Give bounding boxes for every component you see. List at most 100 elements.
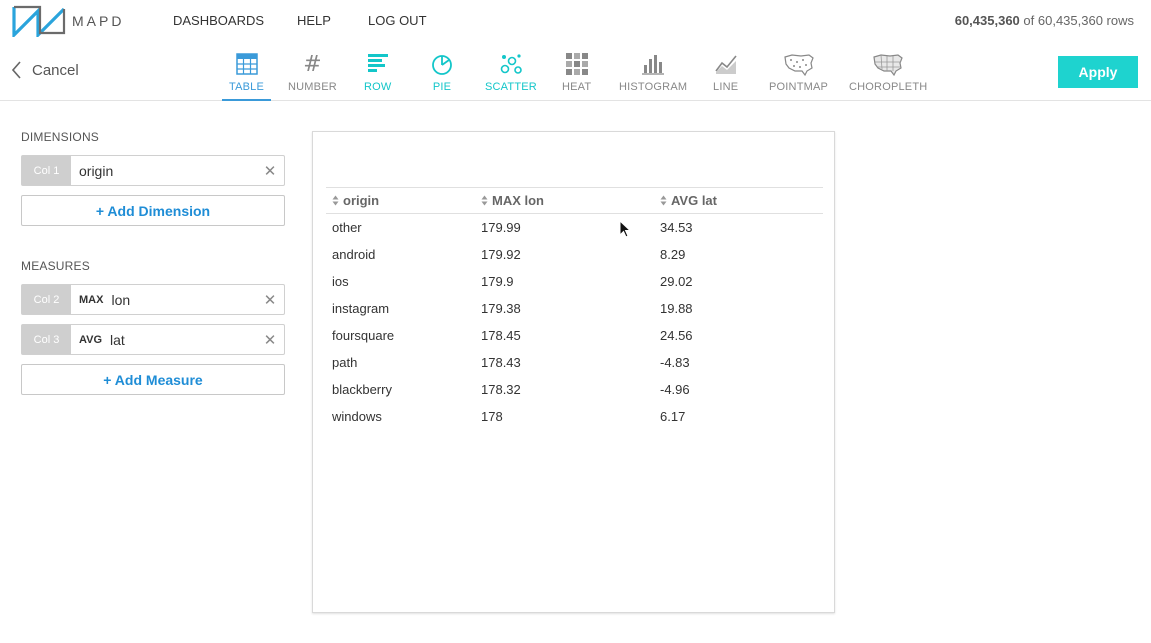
cell-origin: blackberry: [332, 382, 392, 397]
chart-type-line[interactable]: LINE: [713, 50, 738, 93]
row-count: 60,435,360 of 60,435,360 rows: [955, 13, 1134, 28]
remove-icon[interactable]: ✕: [256, 162, 284, 180]
measure-field: lon: [111, 291, 131, 308]
cell-max-lon: 178.32: [481, 382, 521, 397]
cell-max-lon: 179.38: [481, 301, 521, 316]
apply-button[interactable]: Apply: [1058, 56, 1138, 88]
chart-type-scatter[interactable]: SCATTER: [485, 50, 537, 93]
measure-pill[interactable]: Col 3 AVG lat ✕: [21, 324, 285, 355]
us-map-points-icon: [783, 50, 815, 78]
column-header-avg-lat[interactable]: AVG lat: [660, 193, 717, 208]
chart-type-histogram[interactable]: HISTOGRAM: [619, 50, 687, 93]
remove-icon[interactable]: ✕: [256, 291, 284, 309]
chart-type-label: TABLE: [229, 81, 265, 93]
cancel-button[interactable]: Cancel: [12, 61, 79, 79]
chart-type-heat[interactable]: HEAT: [562, 50, 591, 93]
cell-max-lon: 178: [481, 409, 503, 424]
chart-type-row[interactable]: ROW: [364, 50, 391, 93]
cell-avg-lat: 19.88: [660, 301, 693, 316]
column-header-label: origin: [343, 193, 380, 208]
scatter-icon: [499, 50, 523, 78]
cell-max-lon: 179.9: [481, 274, 514, 289]
chart-type-label: HEAT: [562, 81, 592, 93]
table-row: windows 178 6.17: [326, 403, 823, 430]
cell-max-lon: 178.43: [481, 355, 521, 370]
sort-icon: [481, 195, 488, 206]
dimensions-title: DIMENSIONS: [21, 130, 100, 144]
cell-origin: foursquare: [332, 328, 395, 343]
chart-type-label: SCATTER: [485, 81, 537, 93]
column-header-label: MAX lon: [492, 193, 544, 208]
cell-max-lon: 179.99: [481, 220, 521, 235]
chart-type-number[interactable]: # NUMBER: [288, 50, 337, 94]
hash-icon: #: [303, 51, 322, 77]
chart-type-pie[interactable]: PIE: [431, 50, 453, 93]
cell-origin: path: [332, 355, 358, 370]
mouse-cursor-icon: [619, 220, 631, 238]
chevron-left-icon: [12, 61, 21, 79]
us-map-regions-icon: [872, 50, 904, 78]
row-chart-icon: [367, 50, 389, 78]
cell-avg-lat: 24.56: [660, 328, 693, 343]
table-chart-card: origin MAX lon AVG lat other 179.99 34.5…: [312, 131, 835, 613]
table-row: ios 179.9 29.02: [326, 268, 823, 295]
chart-type-label: PIE: [432, 81, 452, 93]
table-row: path 178.43 -4.83: [326, 349, 823, 376]
add-measure-button[interactable]: + Add Measure: [21, 364, 285, 395]
chart-type-pointmap[interactable]: POINTMAP: [769, 50, 828, 93]
sort-icon: [660, 195, 667, 206]
cell-origin: instagram: [332, 301, 390, 316]
cell-avg-lat: 6.17: [660, 409, 686, 424]
col-badge: Col 1: [22, 156, 71, 185]
measures-title: MEASURES: [21, 259, 90, 273]
dimension-pill[interactable]: Col 1 origin ✕: [21, 155, 285, 186]
table-row: instagram 179.38 19.88: [326, 295, 823, 322]
selected-underline: [222, 99, 272, 101]
chart-type-label: HISTOGRAM: [619, 81, 688, 93]
col-badge: Col 3: [22, 325, 71, 354]
column-header-origin[interactable]: origin: [332, 193, 379, 208]
mapd-logo-icon: [12, 5, 66, 37]
chart-type-label: LINE: [713, 81, 739, 93]
pie-icon: [431, 50, 453, 78]
chart-type-label: ROW: [364, 81, 392, 93]
nav-logout[interactable]: LOG OUT: [368, 13, 427, 28]
cell-avg-lat: 8.29: [660, 247, 686, 262]
cell-avg-lat: -4.96: [660, 382, 690, 397]
aggregate-label[interactable]: MAX: [79, 294, 103, 306]
aggregate-label[interactable]: AVG: [79, 334, 102, 346]
cell-origin: windows: [332, 409, 382, 424]
cell-max-lon: 178.45: [481, 328, 521, 343]
top-bar: MAPD DASHBOARDS HELP LOG OUT 60,435,360 …: [0, 0, 1151, 42]
table-icon: [235, 50, 258, 78]
dimension-field: origin: [79, 162, 114, 179]
chart-type-label: CHOROPLETH: [849, 81, 928, 93]
histogram-icon: [642, 50, 665, 78]
cell-origin: android: [332, 247, 376, 262]
remove-icon[interactable]: ✕: [256, 331, 284, 349]
heatmap-icon: [565, 50, 588, 78]
sort-icon: [332, 195, 339, 206]
table-row: blackberry 178.32 -4.96: [326, 376, 823, 403]
chart-type-choropleth[interactable]: CHOROPLETH: [849, 50, 927, 93]
chart-type-label: NUMBER: [288, 81, 337, 93]
nav-dashboards[interactable]: DASHBOARDS: [173, 13, 264, 28]
mapd-logo[interactable]: MAPD: [12, 5, 124, 37]
measure-pill[interactable]: Col 2 MAX lon ✕: [21, 284, 285, 315]
nav-help[interactable]: HELP: [297, 13, 331, 28]
cell-avg-lat: 34.53: [660, 220, 693, 235]
table-row: other 179.99 34.53: [326, 214, 823, 241]
measure-field: lat: [110, 331, 125, 348]
table-row: android 179.92 8.29: [326, 241, 823, 268]
cell-origin: ios: [332, 274, 349, 289]
cell-origin: other: [332, 220, 362, 235]
cell-avg-lat: 29.02: [660, 274, 693, 289]
column-header-max-lon[interactable]: MAX lon: [481, 193, 544, 208]
chart-type-table[interactable]: TABLE: [222, 50, 272, 101]
brand-name: MAPD: [72, 13, 125, 29]
chart-type-label: POINTMAP: [769, 81, 829, 93]
line-chart-icon: [714, 50, 738, 78]
add-dimension-button[interactable]: + Add Dimension: [21, 195, 285, 226]
row-count-total: of 60,435,360 rows: [1023, 13, 1134, 28]
col-badge: Col 2: [22, 285, 71, 314]
